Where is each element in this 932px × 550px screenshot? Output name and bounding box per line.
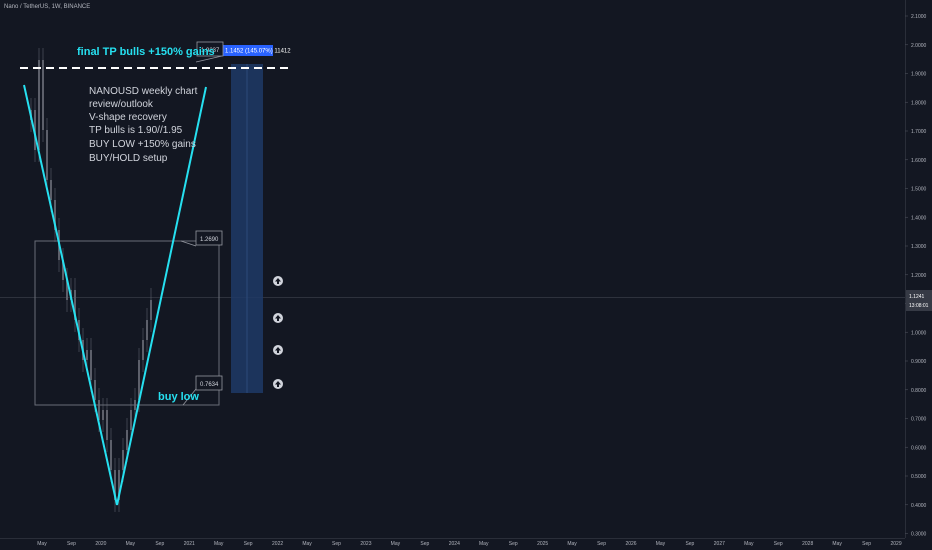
time-tick-label: Sep xyxy=(774,541,783,547)
review-line-2: review/outlook xyxy=(89,99,154,110)
review-line-6: BUY/HOLD setup xyxy=(89,153,168,164)
candle-body xyxy=(150,300,152,320)
review-line-3: V-shape recovery xyxy=(89,112,167,123)
time-tick-label: May xyxy=(832,541,842,547)
candle-body xyxy=(102,410,104,420)
buy-annotation: buy low xyxy=(158,391,199,403)
price-tick-label: 0.4000 xyxy=(911,503,927,509)
time-tick-label: May xyxy=(656,541,666,547)
time-tick-label: 2024 xyxy=(449,541,460,547)
price-tick-label: 1.5000 xyxy=(911,187,927,193)
target-annotation: final TP bulls +150% gains xyxy=(77,46,215,58)
time-tick-label: May xyxy=(302,541,312,547)
time-tick-label: Sep xyxy=(244,541,253,547)
time-tick-label: Sep xyxy=(420,541,429,547)
time-tick-label: 2026 xyxy=(625,541,636,547)
candle-body xyxy=(142,340,144,360)
time-tick-label: Sep xyxy=(67,541,76,547)
review-line-5: BUY LOW +150% gains xyxy=(89,139,196,150)
price-tick-label: 1.9000 xyxy=(911,72,927,78)
level-label-3: 0.7634 xyxy=(200,382,219,388)
review-line-1: NANOUSD weekly chart xyxy=(89,86,198,97)
time-tick-label: Sep xyxy=(155,541,164,547)
current-price-label: 1.1241 xyxy=(909,294,925,300)
candle-body xyxy=(38,60,40,150)
time-tick-label: Sep xyxy=(509,541,518,547)
time-tick-label: 2028 xyxy=(802,541,813,547)
price-chart[interactable]: 2.1000 2.0000 1.9000 1.8000 1.7000 1.6000 1.50… xyxy=(0,0,932,550)
price-tick-label: 0.7000 xyxy=(911,417,927,423)
time-tick-label: May xyxy=(37,541,47,547)
candle-body xyxy=(42,60,44,130)
time-tick-label: May xyxy=(126,541,136,547)
time-tick-label: Sep xyxy=(332,541,341,547)
price-tick-label: 1.0000 xyxy=(911,330,927,336)
price-tick-label: 2.0000 xyxy=(911,43,927,49)
time-tick-label: May xyxy=(744,541,754,547)
time-tick-label: Sep xyxy=(862,541,871,547)
candle-body xyxy=(94,380,96,400)
time-tick-label: 2021 xyxy=(184,541,195,547)
time-tick-label: May xyxy=(214,541,224,547)
price-tick-label: 0.5000 xyxy=(911,474,927,480)
time-tick-label: May xyxy=(391,541,401,547)
time-tick-label: 2023 xyxy=(360,541,371,547)
candle-body xyxy=(146,320,148,340)
current-price-tag: 1.1241 13:08:01 xyxy=(906,290,932,311)
level-label-2: 1.2690 xyxy=(200,237,219,243)
candle-body xyxy=(90,350,92,380)
price-tick-label: 0.9000 xyxy=(911,359,927,365)
candle-body xyxy=(126,430,128,450)
countdown-label: 13:08:01 xyxy=(909,303,929,309)
candle-body xyxy=(130,410,132,430)
price-tick-label: 2.1000 xyxy=(911,14,927,20)
price-tick-label: 1.7000 xyxy=(911,129,927,135)
candle-body xyxy=(110,440,112,470)
review-line-4: TP bulls is 1.90//1.95 xyxy=(89,125,183,136)
price-tick-label: 0.3000 xyxy=(911,532,927,538)
price-axis[interactable]: 2.1000 2.0000 1.9000 1.8000 1.7000 1.6000 1.50… xyxy=(905,14,927,538)
time-tick-label: May xyxy=(567,541,577,547)
up-arrow-icon[interactable] xyxy=(273,379,283,389)
candle-body xyxy=(50,180,52,200)
candle-body xyxy=(46,130,48,180)
level-callout-2[interactable]: 1.2690 xyxy=(180,230,223,247)
price-tick-label: 0.8000 xyxy=(911,388,927,394)
price-tick-label: 1.6000 xyxy=(911,158,927,164)
time-tick-label: 2029 xyxy=(890,541,901,547)
time-tick-label: 2022 xyxy=(272,541,283,547)
position-label: 1.1452 (145.07%) 11412 xyxy=(225,49,291,55)
candle-body xyxy=(106,410,108,440)
price-tick-label: 1.4000 xyxy=(911,215,927,221)
up-arrow-icon[interactable] xyxy=(273,345,283,355)
time-axis[interactable]: May Sep 2020 May Sep 2021 May Sep 2022 May Sep 2023… xyxy=(37,541,902,547)
time-tick-label: Sep xyxy=(597,541,606,547)
up-arrow-icon[interactable] xyxy=(273,313,283,323)
time-tick-label: May xyxy=(479,541,489,547)
candle-body xyxy=(122,450,124,470)
time-tick-label: 2020 xyxy=(95,541,106,547)
up-arrow-icon[interactable] xyxy=(273,276,283,286)
candle-body xyxy=(86,350,88,360)
time-tick-label: 2027 xyxy=(714,541,725,547)
price-tick-label: 1.8000 xyxy=(911,100,927,106)
time-tick-label: Sep xyxy=(685,541,694,547)
price-tick-label: 0.6000 xyxy=(911,445,927,451)
price-tick-label: 1.3000 xyxy=(911,244,927,250)
review-note: NANOUSD weekly chart review/outlook V-sh… xyxy=(89,86,198,164)
time-tick-label: 2025 xyxy=(537,541,548,547)
price-tick-label: 1.2000 xyxy=(911,273,927,279)
